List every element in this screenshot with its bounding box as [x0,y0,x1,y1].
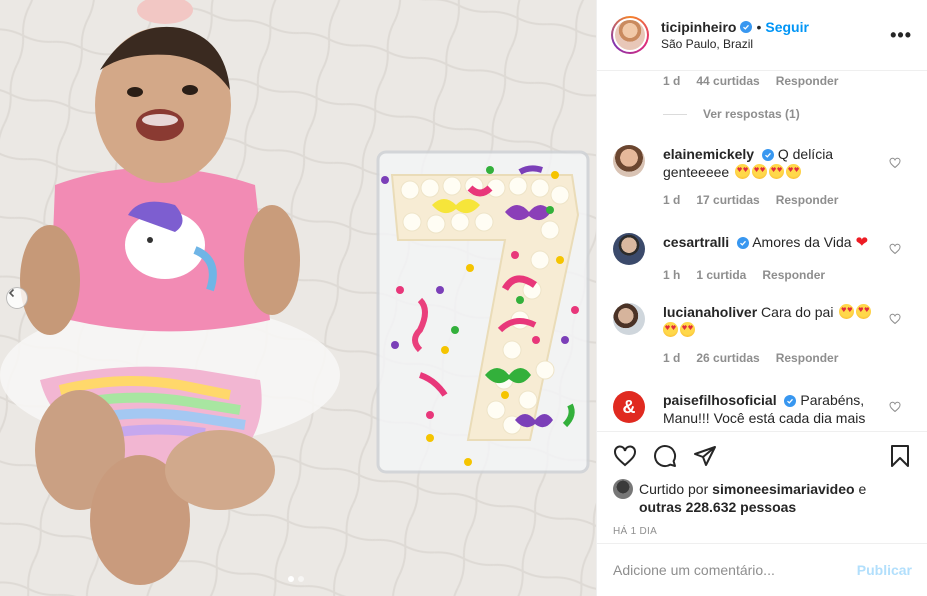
like-comment-heart-icon[interactable] [889,157,901,169]
post-actions: Curtido por simoneesimariavideo e outras… [597,431,927,543]
liker-username[interactable]: simoneesimariavideo [712,481,854,497]
commenter-username[interactable]: elainemickely [663,146,754,162]
commenter-avatar[interactable] [613,233,645,265]
star-struck-emoji-icon [786,164,802,179]
star-struck-emoji-icon [856,304,872,319]
post-side-panel: ticipinheiro • Seguir São Paulo, Brazil … [596,0,927,596]
carousel-prev-button[interactable] [6,287,28,309]
star-struck-emoji-icon [752,164,768,179]
chevron-left-icon [8,288,15,298]
commenter-avatar[interactable] [613,145,645,177]
red-heart-emoji-icon: ❤ [855,234,869,251]
comments-list[interactable]: 1 d 44 curtidas Responder Ver respostas … [597,71,927,431]
star-struck-emoji-icon [769,164,785,179]
verified-badge-icon [784,395,797,407]
carousel-indicator [288,576,304,582]
publish-button[interactable]: Publicar [857,562,912,578]
post-location[interactable]: São Paulo, Brazil [661,37,890,51]
reply-button[interactable]: Responder [776,191,839,209]
reply-button[interactable]: Responder [776,349,839,367]
bookmark-icon[interactable] [888,444,912,468]
post-header: ticipinheiro • Seguir São Paulo, Brazil … [597,0,927,71]
verified-badge-icon [737,237,750,249]
author-username[interactable]: ticipinheiro [661,19,736,35]
liked-by-and: e [858,481,867,497]
verified-badge-icon [740,21,753,33]
comment-text: Amores da Vida [752,234,852,250]
comment-meta: 1 d 17 curtidas Responder [663,191,883,209]
commenter-username[interactable]: lucianaholiver [663,304,757,320]
divider-line [663,113,687,115]
comment-time: 1 d [663,193,681,207]
comment-likes[interactable]: 26 curtidas [696,349,759,367]
verified-badge-icon [761,149,774,161]
likes-summary[interactable]: Curtido por simoneesimariavideo e outras… [613,479,912,516]
share-icon[interactable] [693,444,717,468]
post-photo[interactable] [0,0,596,596]
commenter-avatar[interactable] [613,303,645,335]
comment-time: 1 h [663,268,681,282]
more-options-icon[interactable]: ••• [890,25,912,46]
star-struck-emoji-icon [839,304,855,319]
comment-meta: 1 d 26 curtidas Responder [663,349,883,367]
previous-comment-meta: 1 d 44 curtidas Responder [663,74,838,88]
star-struck-emoji-icon [680,322,695,337]
comment-likes[interactable]: 1 curtida [696,266,746,284]
comment-text: Cara do pai [761,304,834,320]
reply-button[interactable]: Responder [762,266,825,284]
view-replies-button[interactable]: Ver respostas (1) [663,107,800,121]
view-replies-label: Ver respostas (1) [703,107,800,121]
comment-item: lucianaholiver Cara do pai 1 d 26 curtid… [597,301,927,381]
comment-item: elainemickely Q delícia genteeeee 1 d 17… [597,143,927,223]
reply-button[interactable]: Responder [776,74,839,88]
liker-avatar[interactable] [613,479,633,499]
comment-likes[interactable]: 44 curtidas [696,74,759,88]
likes-count[interactable]: outras 228.632 pessoas [639,499,796,515]
star-struck-emoji-icon [735,164,751,179]
comment-item: cesartralli Amores da Vida ❤ 1 h 1 curti… [597,231,927,311]
heart-icon[interactable] [613,444,637,468]
like-comment-heart-icon[interactable] [889,313,901,325]
comment-meta: 1 h 1 curtida Responder [663,266,883,284]
comment-likes[interactable]: 17 curtidas [696,191,759,209]
commenter-username[interactable]: paisefilhosoficial [663,392,777,408]
comment-input[interactable]: Adicione um comentário... [613,562,857,578]
commenter-avatar[interactable]: & [613,391,645,423]
post-timestamp[interactable]: HÁ 1 DIA [613,526,912,537]
follow-button[interactable]: Seguir [765,19,809,35]
carousel-dot [288,576,294,582]
comment-icon[interactable] [653,444,677,468]
commenter-username[interactable]: cesartralli [663,234,729,250]
like-comment-heart-icon[interactable] [889,401,901,413]
comment-item: & paisefilhosoficial Parabéns, Manu!!! V… [597,389,927,431]
carousel-dot [298,576,304,582]
like-comment-heart-icon[interactable] [889,243,901,255]
photo-illustration [0,0,596,596]
comment-time: 1 d [663,351,681,365]
star-struck-emoji-icon [663,322,678,337]
comment-time: 1 d [663,74,681,88]
header-separator: • [756,19,762,35]
author-avatar[interactable] [611,16,649,54]
add-comment-bar: Adicione um comentário... Publicar [597,543,927,596]
liked-by-prefix: Curtido por [639,481,709,497]
